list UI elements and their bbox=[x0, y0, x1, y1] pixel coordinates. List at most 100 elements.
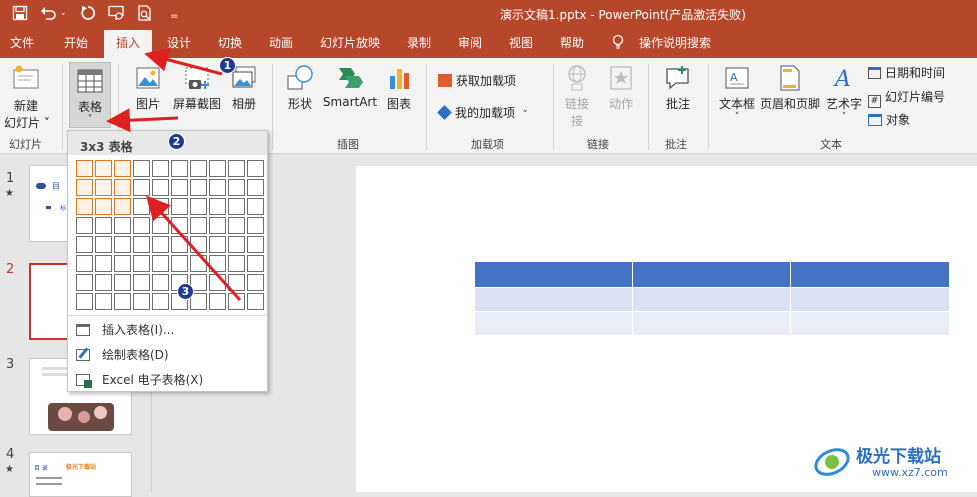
grid-cell[interactable] bbox=[95, 160, 112, 177]
insert-table-item[interactable]: 插入表格(I)... bbox=[76, 321, 174, 338]
link-button[interactable]: 链接 接 bbox=[562, 64, 592, 129]
table-header-row[interactable] bbox=[475, 262, 949, 287]
grid-cell[interactable] bbox=[133, 255, 150, 272]
tab-file[interactable]: 文件 bbox=[10, 34, 34, 58]
present-icon[interactable] bbox=[108, 5, 126, 25]
grid-cell[interactable] bbox=[133, 217, 150, 234]
grid-cell[interactable] bbox=[95, 255, 112, 272]
customize-icon[interactable]: = bbox=[170, 8, 178, 26]
grid-cell[interactable] bbox=[133, 293, 150, 310]
grid-cell[interactable] bbox=[247, 179, 264, 196]
tab-design[interactable]: 设计 bbox=[167, 34, 191, 58]
grid-cell[interactable] bbox=[228, 160, 245, 177]
grid-cell[interactable] bbox=[171, 198, 188, 215]
grid-cell[interactable] bbox=[114, 198, 131, 215]
new-slide-button[interactable]: 新建 幻灯片 ˅ bbox=[4, 64, 50, 131]
table-button[interactable]: 表格 ˅ bbox=[69, 62, 111, 128]
grid-cell[interactable] bbox=[76, 274, 93, 291]
grid-cell[interactable] bbox=[247, 274, 264, 291]
object-button[interactable]: 对象 bbox=[868, 111, 910, 128]
grid-cell[interactable] bbox=[114, 293, 131, 310]
grid-cell[interactable] bbox=[76, 179, 93, 196]
grid-cell[interactable] bbox=[171, 160, 188, 177]
grid-cell[interactable] bbox=[209, 255, 226, 272]
grid-cell[interactable] bbox=[95, 179, 112, 196]
undo-icon[interactable] bbox=[40, 5, 58, 25]
grid-cell[interactable] bbox=[133, 198, 150, 215]
grid-cell[interactable] bbox=[152, 236, 169, 253]
table-row[interactable] bbox=[475, 287, 949, 311]
tab-slideshow[interactable]: 幻灯片放映 bbox=[320, 34, 380, 58]
grid-cell[interactable] bbox=[95, 293, 112, 310]
shapes-button[interactable]: 形状 bbox=[282, 64, 318, 112]
slide-thumbnail-4[interactable]: 极光下载站 目 录 bbox=[29, 452, 132, 497]
grid-cell[interactable] bbox=[247, 217, 264, 234]
chart-button[interactable]: 图表 bbox=[382, 64, 416, 112]
grid-cell[interactable] bbox=[152, 293, 169, 310]
grid-cell[interactable] bbox=[209, 293, 226, 310]
grid-cell[interactable] bbox=[152, 255, 169, 272]
smartart-button[interactable]: SmartArt bbox=[322, 64, 378, 109]
grid-cell[interactable] bbox=[114, 274, 131, 291]
grid-cell[interactable] bbox=[247, 236, 264, 253]
grid-cell[interactable] bbox=[114, 255, 131, 272]
tab-review[interactable]: 审阅 bbox=[458, 34, 482, 58]
draw-table-item[interactable]: 绘制表格(D) bbox=[76, 346, 169, 363]
grid-cell[interactable] bbox=[228, 236, 245, 253]
screenshot-button[interactable]: 屏幕截图 bbox=[170, 64, 224, 112]
grid-cell[interactable] bbox=[114, 179, 131, 196]
grid-cell[interactable] bbox=[95, 198, 112, 215]
excel-spreadsheet-item[interactable]: Excel 电子表格(X) bbox=[76, 371, 203, 388]
grid-cell[interactable] bbox=[133, 179, 150, 196]
grid-cell[interactable] bbox=[247, 160, 264, 177]
grid-cell[interactable] bbox=[209, 198, 226, 215]
grid-cell[interactable] bbox=[171, 179, 188, 196]
grid-cell[interactable] bbox=[171, 217, 188, 234]
grid-cell[interactable] bbox=[247, 255, 264, 272]
comment-button[interactable]: 批注 bbox=[660, 64, 696, 112]
grid-cell[interactable] bbox=[247, 198, 264, 215]
date-time-button[interactable]: 日期和时间 bbox=[868, 64, 945, 81]
tab-view[interactable]: 视图 bbox=[509, 34, 533, 58]
grid-cell[interactable] bbox=[133, 160, 150, 177]
grid-cell[interactable] bbox=[114, 236, 131, 253]
grid-cell[interactable] bbox=[228, 198, 245, 215]
grid-cell[interactable] bbox=[190, 179, 207, 196]
grid-cell[interactable] bbox=[228, 255, 245, 272]
grid-cell[interactable] bbox=[152, 274, 169, 291]
picture-button[interactable]: 图片 bbox=[128, 64, 168, 112]
wordart-button[interactable]: A 艺术字 ˅ bbox=[824, 64, 864, 122]
grid-cell[interactable] bbox=[76, 293, 93, 310]
grid-cell[interactable] bbox=[209, 236, 226, 253]
table-grid[interactable] bbox=[76, 160, 266, 312]
grid-cell[interactable] bbox=[95, 217, 112, 234]
grid-cell[interactable] bbox=[76, 198, 93, 215]
grid-cell[interactable] bbox=[190, 236, 207, 253]
grid-cell[interactable] bbox=[209, 217, 226, 234]
grid-cell[interactable] bbox=[152, 217, 169, 234]
grid-cell[interactable] bbox=[152, 179, 169, 196]
grid-cell[interactable] bbox=[190, 198, 207, 215]
undo-dropdown-icon[interactable]: ˅ bbox=[61, 9, 66, 27]
grid-cell[interactable] bbox=[228, 274, 245, 291]
grid-cell[interactable] bbox=[209, 179, 226, 196]
grid-cell[interactable] bbox=[228, 293, 245, 310]
grid-cell[interactable] bbox=[247, 293, 264, 310]
get-addins-button[interactable]: 获取加载项 bbox=[438, 72, 516, 89]
textbox-button[interactable]: A 文本框 ˅ bbox=[716, 64, 758, 122]
slide-number-button[interactable]: # 幻灯片编号 bbox=[868, 88, 945, 108]
grid-cell[interactable] bbox=[152, 160, 169, 177]
grid-cell[interactable] bbox=[95, 236, 112, 253]
tab-home[interactable]: 开始 bbox=[64, 34, 88, 58]
grid-cell[interactable] bbox=[114, 160, 131, 177]
grid-cell[interactable] bbox=[76, 217, 93, 234]
my-addins-button[interactable]: 我的加载项 ˅ bbox=[437, 104, 528, 121]
grid-cell[interactable] bbox=[228, 179, 245, 196]
redo-icon[interactable] bbox=[80, 5, 96, 25]
grid-cell[interactable] bbox=[228, 217, 245, 234]
save-icon[interactable] bbox=[12, 5, 28, 25]
grid-cell[interactable] bbox=[152, 198, 169, 215]
grid-cell[interactable] bbox=[190, 217, 207, 234]
grid-cell[interactable] bbox=[95, 274, 112, 291]
grid-cell[interactable] bbox=[133, 236, 150, 253]
